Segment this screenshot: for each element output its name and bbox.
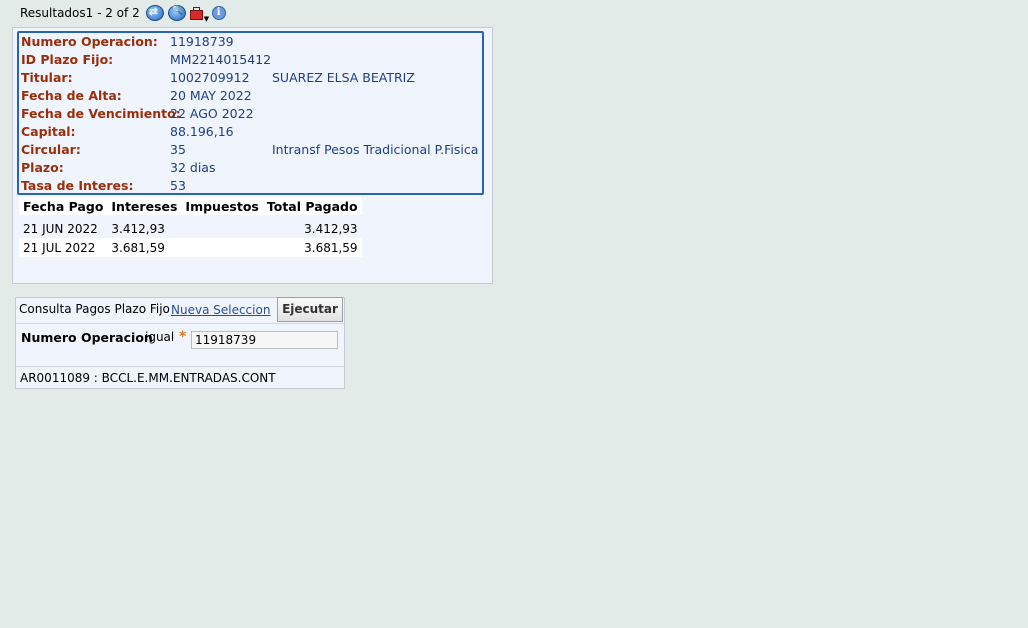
payments-table: Fecha Pago Intereses Impuestos Total Pag… xyxy=(19,197,362,257)
table-header-row: Fecha Pago Intereses Impuestos Total Pag… xyxy=(19,197,362,215)
detail-value-secondary: SUAREZ ELSA BEATRIZ xyxy=(272,70,415,85)
table-cell: 3.412,93 xyxy=(107,219,182,238)
detail-value: 35 xyxy=(170,142,186,157)
search-icon[interactable] xyxy=(167,5,186,21)
detail-value: MM2214015412 xyxy=(170,52,272,67)
detail-value: 22 AGO 2022 xyxy=(170,106,254,121)
detail-value: 88.196,16 xyxy=(170,124,234,139)
table-cell: 3.681,59 xyxy=(262,238,362,257)
detail-value: 20 MAY 2022 xyxy=(170,88,252,103)
table-cell xyxy=(181,238,263,257)
results-panel: Numero Operacion: 11918739 ID Plazo Fijo… xyxy=(12,27,493,284)
detail-label: Tasa de Interes: xyxy=(21,178,134,193)
query-panel: Consulta Pagos Plazo Fijo Nueva Seleccio… xyxy=(15,297,345,389)
detail-label: Fecha de Vencimiento: xyxy=(21,106,181,121)
detail-value: 11918739 xyxy=(170,34,234,49)
required-marker: * xyxy=(179,329,187,345)
detail-label: Plazo: xyxy=(21,160,64,175)
column-header: Intereses xyxy=(107,197,182,215)
detail-label: ID Plazo Fijo: xyxy=(21,52,114,67)
table-cell: 21 JUL 2022 xyxy=(19,238,108,257)
column-header: Impuestos xyxy=(181,197,263,215)
divider xyxy=(16,323,344,324)
divider xyxy=(16,366,344,367)
deposit-detail: Numero Operacion: 11918739 ID Plazo Fijo… xyxy=(17,31,484,195)
column-header: Fecha Pago xyxy=(19,197,108,215)
field-label: Numero Operacion xyxy=(21,330,153,345)
table-cell: 3.412,93 xyxy=(262,219,362,238)
detail-value: 32 dias xyxy=(170,160,216,175)
detail-value-secondary: Intransf Pesos Tradicional P.Fisica xyxy=(272,142,479,157)
detail-value: 1002709912 xyxy=(170,70,250,85)
info-icon[interactable]: i xyxy=(211,6,226,20)
execute-button[interactable]: Ejecutar xyxy=(277,297,343,322)
operator-label: igual xyxy=(145,330,175,344)
new-selection-link[interactable]: Nueva Seleccion xyxy=(171,303,270,317)
detail-label: Capital: xyxy=(21,124,76,139)
table-cell: 21 JUN 2022 xyxy=(19,219,108,238)
navigate-icon[interactable] xyxy=(145,5,164,21)
enquiry-id: AR0011089 : BCCL.E.MM.ENTRADAS.CONT xyxy=(20,371,276,385)
numero-operacion-input[interactable] xyxy=(191,331,338,349)
table-cell xyxy=(181,219,263,238)
table-row: 21 JUL 2022 3.681,59 3.681,59 xyxy=(19,238,362,257)
detail-label: Fecha de Alta: xyxy=(21,88,122,103)
query-title: Consulta Pagos Plazo Fijo xyxy=(19,302,170,316)
column-header: Total Pagado xyxy=(262,197,362,215)
detail-label: Circular: xyxy=(21,142,81,157)
table-row: 21 JUN 2022 3.412,93 3.412,93 xyxy=(19,219,362,238)
table-cell: 3.681,59 xyxy=(107,238,182,257)
results-toolbar: Resultados1 - 2 of 2 ▼ i xyxy=(20,4,230,23)
results-count: Resultados1 - 2 of 2 xyxy=(20,6,140,20)
toolbox-icon[interactable]: ▼ xyxy=(189,7,209,23)
detail-label: Numero Operacion: xyxy=(21,34,158,49)
detail-label: Titular: xyxy=(21,70,73,85)
detail-value: 53 xyxy=(170,178,186,193)
